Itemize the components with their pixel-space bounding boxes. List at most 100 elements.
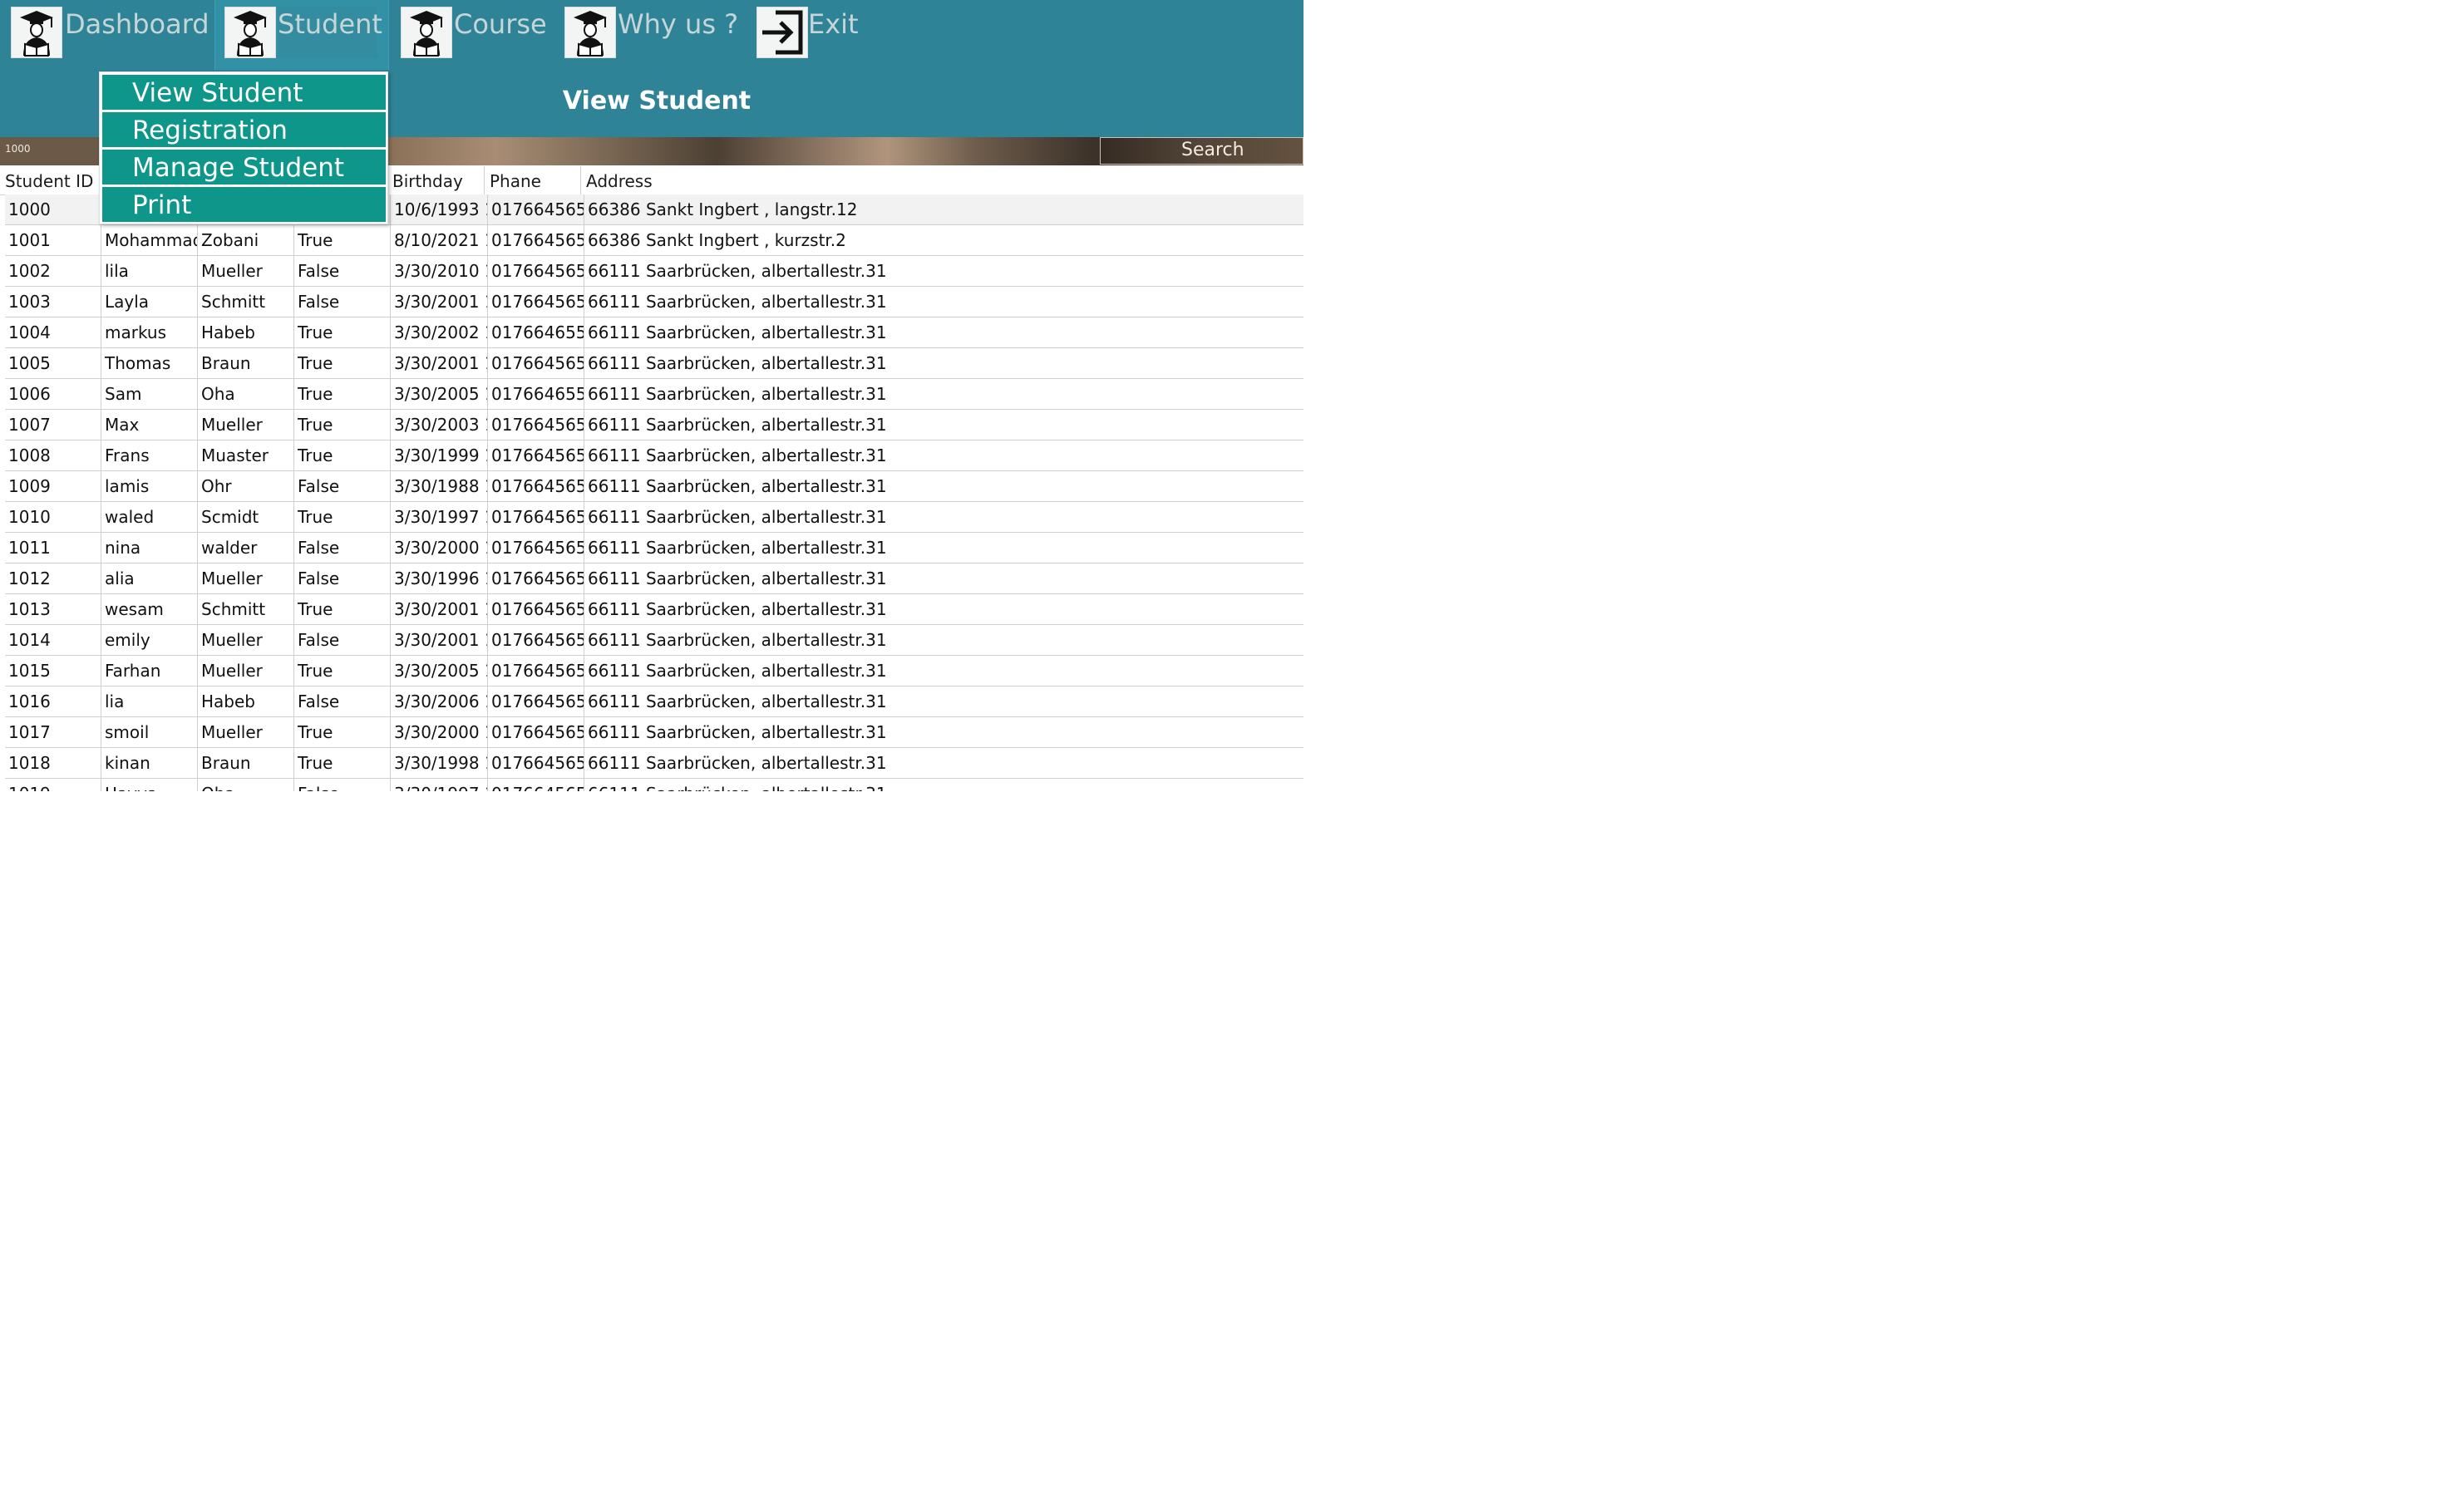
column-header-birthday[interactable]: Birthday <box>387 166 485 194</box>
cell-student-id[interactable]: 1012 <box>5 563 101 594</box>
cell-birthday[interactable]: 3/30/1996 1 <box>391 563 488 594</box>
cell-student-id[interactable]: 1009 <box>5 471 101 502</box>
cell-gender[interactable]: False <box>294 256 391 287</box>
cell-address[interactable]: 66111 Saarbrücken, albertallestr.31 <box>584 717 1303 748</box>
cell-gender[interactable]: True <box>294 410 391 440</box>
cell-phone[interactable]: 0176645656 <box>488 225 584 256</box>
cell-student-id[interactable]: 1019 <box>5 779 101 791</box>
cell-last-name[interactable]: Mueller <box>198 717 294 748</box>
cell-birthday[interactable]: 3/30/2005 1 <box>391 656 488 686</box>
cell-first-name[interactable]: wesam <box>101 594 198 625</box>
table-row[interactable]: 1016liaHabebFalse3/30/2006 1017664565666… <box>5 686 1303 717</box>
cell-last-name[interactable]: Mueller <box>198 656 294 686</box>
cell-last-name[interactable]: Muaster <box>198 440 294 471</box>
cell-phone[interactable]: 0176645656 <box>488 410 584 440</box>
cell-address[interactable]: 66111 Saarbrücken, albertallestr.31 <box>584 317 1303 348</box>
cell-address[interactable]: 66111 Saarbrücken, albertallestr.31 <box>584 594 1303 625</box>
cell-student-id[interactable]: 1014 <box>5 625 101 656</box>
table-row[interactable]: 1019HayyaOhaFalse3/30/1997 1017664565666… <box>5 779 1303 791</box>
cell-address[interactable]: 66386 Sankt Ingbert , langstr.12 <box>584 194 1303 225</box>
cell-gender[interactable]: False <box>294 471 391 502</box>
cell-last-name[interactable]: Schmitt <box>198 594 294 625</box>
nav-exit[interactable]: Exit <box>756 0 865 70</box>
cell-first-name[interactable]: Hayya <box>101 779 198 791</box>
cell-address[interactable]: 66111 Saarbrücken, albertallestr.31 <box>584 625 1303 656</box>
cell-phone[interactable]: 0176645656 <box>488 656 584 686</box>
cell-gender[interactable]: False <box>294 779 391 791</box>
cell-birthday[interactable]: 3/30/2002 1 <box>391 317 488 348</box>
cell-last-name[interactable]: Mueller <box>198 563 294 594</box>
cell-first-name[interactable]: Mohammad <box>101 225 198 256</box>
cell-last-name[interactable]: Schmitt <box>198 287 294 317</box>
cell-gender[interactable]: True <box>294 717 391 748</box>
cell-birthday[interactable]: 10/6/1993 1 <box>391 194 488 225</box>
cell-address[interactable]: 66111 Saarbrücken, albertallestr.31 <box>584 748 1303 779</box>
cell-birthday[interactable]: 8/10/2021 1 <box>391 225 488 256</box>
cell-student-id[interactable]: 1008 <box>5 440 101 471</box>
cell-last-name[interactable]: Habeb <box>198 686 294 717</box>
menu-item-print[interactable]: Print <box>102 187 386 222</box>
cell-gender[interactable]: True <box>294 748 391 779</box>
cell-address[interactable]: 66111 Saarbrücken, albertallestr.31 <box>584 256 1303 287</box>
cell-address[interactable]: 66386 Sankt Ingbert , kurzstr.2 <box>584 225 1303 256</box>
cell-birthday[interactable]: 3/30/1988 1 <box>391 471 488 502</box>
menu-item-view-student[interactable]: View Student <box>102 75 386 110</box>
cell-student-id[interactable]: 1013 <box>5 594 101 625</box>
cell-gender[interactable]: True <box>294 502 391 533</box>
cell-first-name[interactable]: lila <box>101 256 198 287</box>
cell-phone[interactable]: 0176646559 <box>488 317 584 348</box>
cell-student-id[interactable]: 1010 <box>5 502 101 533</box>
cell-gender[interactable]: True <box>294 656 391 686</box>
cell-gender[interactable]: False <box>294 533 391 563</box>
cell-address[interactable]: 66111 Saarbrücken, albertallestr.31 <box>584 656 1303 686</box>
cell-first-name[interactable]: kinan <box>101 748 198 779</box>
cell-last-name[interactable]: Ohr <box>198 471 294 502</box>
cell-birthday[interactable]: 3/30/2005 1 <box>391 379 488 410</box>
table-row[interactable]: 1010waledScmidtTrue3/30/1997 10176645656… <box>5 502 1303 533</box>
cell-phone[interactable]: 0176645656 <box>488 348 584 379</box>
cell-birthday[interactable]: 3/30/2003 1 <box>391 410 488 440</box>
cell-gender[interactable]: True <box>294 317 391 348</box>
cell-phone[interactable]: 0176646559 <box>488 379 584 410</box>
cell-gender[interactable]: True <box>294 348 391 379</box>
nav-dashboard[interactable]: Dashboard <box>11 0 210 70</box>
cell-first-name[interactable]: Layla <box>101 287 198 317</box>
cell-phone[interactable]: 0176645656 <box>488 717 584 748</box>
cell-gender[interactable]: False <box>294 686 391 717</box>
table-row[interactable]: 1009lamisOhrFalse3/30/1988 1017664565666… <box>5 471 1303 502</box>
cell-phone[interactable]: 0176645656 <box>488 256 584 287</box>
table-row[interactable]: 1005ThomasBraunTrue3/30/2001 10176645656… <box>5 348 1303 379</box>
column-header-address[interactable]: Address <box>581 166 1303 194</box>
cell-phone[interactable]: 0176645656 <box>488 779 584 791</box>
cell-address[interactable]: 66111 Saarbrücken, albertallestr.31 <box>584 563 1303 594</box>
cell-last-name[interactable]: Mueller <box>198 410 294 440</box>
cell-last-name[interactable]: Zobani <box>198 225 294 256</box>
cell-gender[interactable]: True <box>294 379 391 410</box>
cell-last-name[interactable]: Habeb <box>198 317 294 348</box>
cell-birthday[interactable]: 3/30/2006 1 <box>391 686 488 717</box>
cell-gender[interactable]: False <box>294 625 391 656</box>
cell-gender[interactable]: True <box>294 225 391 256</box>
cell-student-id[interactable]: 1016 <box>5 686 101 717</box>
cell-birthday[interactable]: 3/30/2000 1 <box>391 717 488 748</box>
cell-address[interactable]: 66111 Saarbrücken, albertallestr.31 <box>584 471 1303 502</box>
cell-address[interactable]: 66111 Saarbrücken, albertallestr.31 <box>584 348 1303 379</box>
cell-student-id[interactable]: 1003 <box>5 287 101 317</box>
cell-birthday[interactable]: 3/30/2001 1 <box>391 348 488 379</box>
cell-birthday[interactable]: 3/30/2001 1 <box>391 594 488 625</box>
cell-student-id[interactable]: 1018 <box>5 748 101 779</box>
cell-first-name[interactable]: alia <box>101 563 198 594</box>
cell-last-name[interactable]: Oha <box>198 379 294 410</box>
nav-why-us[interactable]: Why us ? <box>564 0 739 70</box>
cell-gender[interactable]: False <box>294 563 391 594</box>
cell-address[interactable]: 66111 Saarbrücken, albertallestr.31 <box>584 287 1303 317</box>
cell-first-name[interactable]: markus <box>101 317 198 348</box>
table-row[interactable]: 1013wesamSchmittTrue3/30/2001 1017664565… <box>5 594 1303 625</box>
cell-student-id[interactable]: 1005 <box>5 348 101 379</box>
cell-phone[interactable]: 0176645656 <box>488 748 584 779</box>
cell-birthday[interactable]: 3/30/2001 1 <box>391 625 488 656</box>
cell-birthday[interactable]: 3/30/2001 1 <box>391 287 488 317</box>
cell-student-id[interactable]: 1006 <box>5 379 101 410</box>
table-row[interactable]: 1001 Mohammad Zobani True 8/10/2021 1 0176645… <box>5 225 1303 256</box>
table-row[interactable]: 1008FransMuasterTrue3/30/1999 1017664565… <box>5 440 1303 471</box>
